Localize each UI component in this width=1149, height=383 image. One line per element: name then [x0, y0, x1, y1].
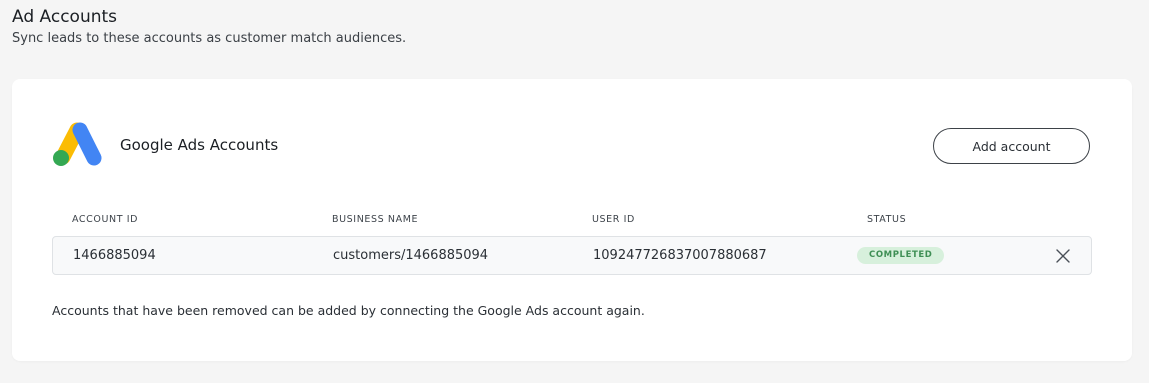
google-ads-accounts-card: Google Ads Accounts Add account ACCOUNT …	[12, 79, 1132, 361]
table-row: 1466885094 customers/1466885094 10924772…	[52, 236, 1092, 275]
page-title: Ad Accounts	[12, 7, 118, 27]
business-name-cell: customers/1466885094	[333, 248, 489, 263]
add-account-button[interactable]: Add account	[933, 128, 1090, 164]
column-header-status: STATUS	[867, 214, 907, 225]
removed-accounts-note: Accounts that have been removed can be a…	[52, 303, 645, 318]
page-header: Ad Accounts Sync leads to these accounts…	[12, 6, 406, 46]
account-id-cell: 1466885094	[73, 248, 156, 263]
column-header-account-id: ACCOUNT ID	[72, 214, 139, 225]
status-badge: COMPLETED	[857, 247, 945, 264]
card-title: Google Ads Accounts	[120, 136, 279, 154]
column-header-user-id: USER ID	[592, 214, 635, 225]
close-icon[interactable]	[1053, 246, 1073, 266]
user-id-cell: 109247726837007880687	[593, 248, 767, 263]
column-header-business-name: BUSINESS NAME	[332, 214, 419, 225]
page-subtitle: Sync leads to these accounts as customer…	[12, 31, 407, 46]
google-ads-logo-icon	[53, 122, 102, 166]
